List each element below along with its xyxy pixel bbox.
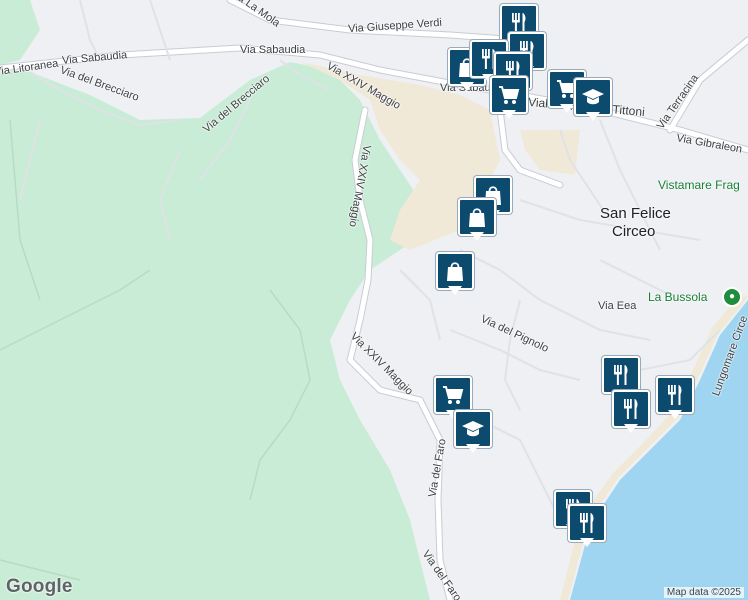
map-marker-shopping-bag[interactable]	[436, 252, 476, 298]
sand-area-2	[520, 130, 580, 175]
map-canvas[interactable]: Via Litoranea Via Sabaudia Via Sabaudia …	[0, 0, 748, 600]
shopping-cart-icon	[441, 383, 465, 407]
marker-pointer	[586, 112, 600, 121]
marker-pointer	[580, 538, 594, 547]
poi-label[interactable]: Vistamare Frag	[658, 178, 740, 192]
town-label-line-2: Circeo	[612, 223, 656, 240]
marker-box	[656, 376, 694, 414]
marker-pointer	[624, 424, 638, 433]
marker-box	[490, 76, 528, 114]
pin-icon[interactable]: ●	[722, 287, 742, 307]
marker-box	[434, 376, 472, 414]
restaurant-icon	[619, 397, 643, 421]
restaurant-icon	[663, 383, 687, 407]
marker-box	[436, 252, 474, 290]
restaurant-icon	[575, 511, 599, 535]
shopping-cart-icon	[497, 83, 521, 107]
map-marker-restaurant[interactable]	[568, 504, 608, 550]
marker-box	[602, 356, 640, 394]
poi-label[interactable]: La Bussola	[648, 290, 707, 304]
shopping-bag-icon	[443, 259, 467, 283]
marker-pointer	[448, 286, 462, 295]
shopping-bag-icon	[465, 205, 489, 229]
park-top	[0, 0, 40, 65]
map-marker-restaurant[interactable]	[612, 390, 652, 436]
restaurant-icon	[609, 363, 633, 387]
marker-pointer	[466, 444, 480, 453]
marker-box	[454, 410, 492, 448]
town-label: San Felice Circeo	[600, 205, 671, 241]
park-area	[0, 62, 430, 600]
town-label-line-1: San Felice	[600, 205, 671, 222]
map-marker-restaurant[interactable]	[656, 376, 696, 422]
map-marker-shopping-bag[interactable]	[458, 198, 498, 244]
street-label: Via Sabaudia	[240, 44, 306, 56]
marker-pointer	[470, 232, 484, 241]
marker-box	[458, 198, 496, 236]
map-attribution[interactable]: Map data ©2025	[663, 587, 744, 598]
sea-area	[570, 300, 748, 600]
education-icon	[461, 417, 485, 441]
google-logo: Google	[6, 576, 73, 597]
education-icon	[581, 85, 605, 109]
map-marker-education[interactable]	[454, 410, 494, 456]
marker-box	[568, 504, 606, 542]
marker-pointer	[560, 104, 574, 113]
marker-box	[612, 390, 650, 428]
street-label: Via Eea	[598, 300, 637, 312]
marker-box	[574, 78, 612, 116]
map-marker-education[interactable]	[574, 78, 614, 124]
map-marker-shopping-cart[interactable]	[490, 76, 530, 122]
marker-pointer	[668, 410, 682, 419]
marker-pointer	[502, 110, 516, 119]
